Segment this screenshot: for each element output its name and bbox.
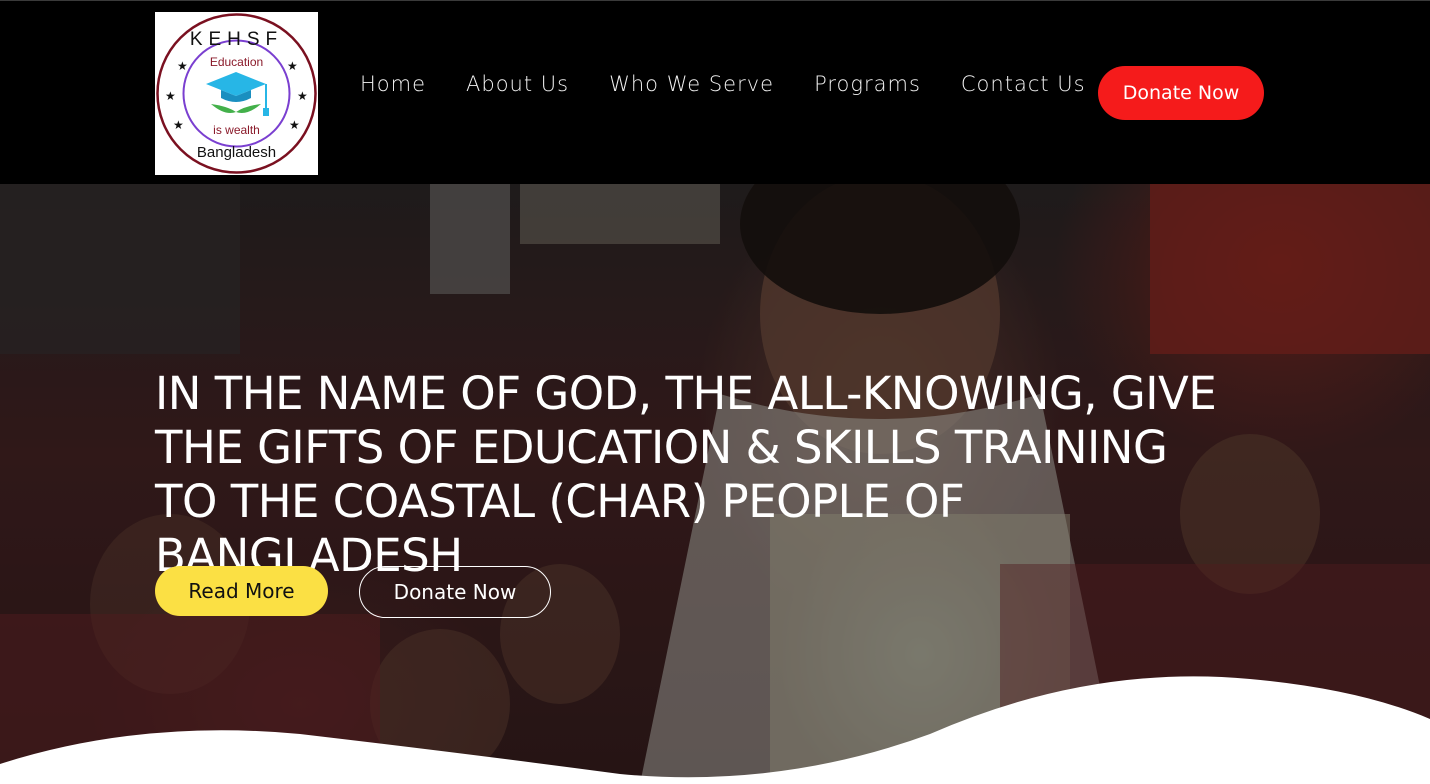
main-nav: Home About Us Who We Serve Programs Cont…	[340, 69, 1106, 99]
nav-who-we-serve[interactable]: Who We Serve	[609, 72, 774, 96]
nav-home[interactable]: Home	[360, 72, 426, 96]
site-header: KEHSF Education is wealth Bangladesh ★ ★…	[0, 0, 1430, 184]
logo-star-icon: ★	[165, 89, 176, 103]
hero-donate-button[interactable]: Donate Now	[359, 566, 551, 618]
hero-section: IN THE NAME OF GOD, THE ALL-KNOWING, GIV…	[0, 184, 1430, 784]
nav-about-us[interactable]: About Us	[466, 72, 569, 96]
hero-title: IN THE NAME OF GOD, THE ALL-KNOWING, GIV…	[155, 367, 1217, 582]
kehsf-logo[interactable]: KEHSF Education is wealth Bangladesh ★ ★…	[155, 12, 318, 175]
logo-bottom-text: Bangladesh	[197, 144, 276, 161]
hero-bottom-wave	[0, 676, 1430, 784]
logo-inner-bottom: is wealth	[213, 123, 260, 137]
logo-top-text: KEHSF	[190, 29, 283, 50]
nav-contact-us[interactable]: Contact Us	[961, 72, 1086, 96]
logo-star-icon: ★	[289, 118, 300, 132]
logo-star-icon: ★	[297, 89, 308, 103]
read-more-button[interactable]: Read More	[155, 566, 328, 616]
logo-star-icon: ★	[287, 59, 298, 73]
logo-star-icon: ★	[177, 59, 188, 73]
logo-inner-top: Education	[210, 55, 263, 69]
nav-programs[interactable]: Programs	[814, 72, 921, 96]
header-donate-button[interactable]: Donate Now	[1098, 66, 1264, 120]
logo-star-icon: ★	[173, 118, 184, 132]
kehsf-logo-graphic: KEHSF Education is wealth Bangladesh ★ ★…	[156, 13, 317, 174]
